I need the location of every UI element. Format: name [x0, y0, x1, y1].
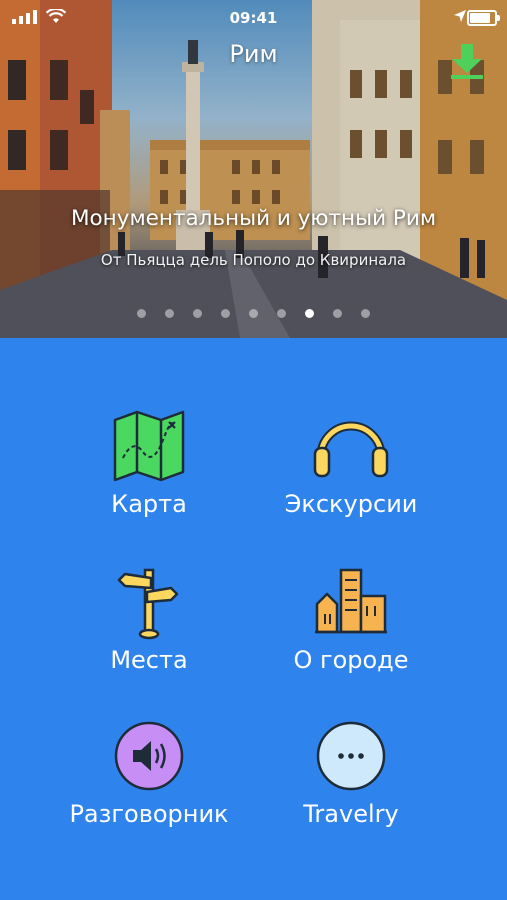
- page-dot[interactable]: [361, 309, 371, 318]
- page-dot[interactable]: [164, 309, 174, 318]
- city-buildings-icon: [315, 568, 387, 634]
- carousel-page-indicator[interactable]: [0, 303, 507, 322]
- city-title: Рим: [229, 40, 278, 68]
- page-dot[interactable]: [192, 309, 202, 318]
- speaker-icon: [114, 721, 184, 791]
- hero-subtitle: От Пьяцца дель Пополо до Квиринала: [100, 251, 407, 269]
- menu-item-tours[interactable]: Экскурсии: [236, 408, 466, 518]
- menu-label-tours: Экскурсии: [284, 490, 418, 518]
- signpost-icon: [117, 568, 179, 640]
- menu-item-city[interactable]: О городе: [236, 564, 466, 674]
- page-dot-active[interactable]: [305, 309, 315, 318]
- download-icon[interactable]: [447, 42, 487, 82]
- status-time: 09:41: [229, 9, 278, 27]
- map-icon: [113, 410, 185, 482]
- headphones-icon: [313, 421, 389, 478]
- more-dots-icon: [316, 721, 386, 791]
- menu-item-places[interactable]: Места: [34, 564, 264, 674]
- hero-title: Монументальный и уютный Рим: [70, 206, 437, 231]
- menu-label-travelry: Travelry: [303, 800, 399, 828]
- page-dot[interactable]: [136, 309, 146, 318]
- menu-label-map: Карта: [111, 490, 187, 518]
- menu-item-travelry[interactable]: Travelry: [236, 718, 466, 828]
- page-dot[interactable]: [333, 309, 343, 318]
- battery-icon: [467, 10, 500, 26]
- menu-label-phrasebook: Разговорник: [69, 800, 229, 828]
- menu-item-phrasebook[interactable]: Разговорник: [34, 718, 264, 828]
- main-menu: Карта Экскурсии Места О городе Разговорн…: [0, 338, 507, 900]
- hero-banner[interactable]: 09:41 Рим Монументальный и уютный Рим От…: [0, 0, 507, 338]
- status-bar: 09:41: [0, 0, 507, 36]
- page-dot[interactable]: [249, 309, 258, 318]
- menu-item-map[interactable]: Карта: [34, 408, 264, 518]
- page-dot[interactable]: [220, 309, 230, 318]
- location-arrow-icon: [454, 10, 466, 22]
- menu-label-places: Места: [110, 646, 188, 674]
- menu-label-city: О городе: [293, 646, 409, 674]
- page-dot[interactable]: [277, 309, 287, 318]
